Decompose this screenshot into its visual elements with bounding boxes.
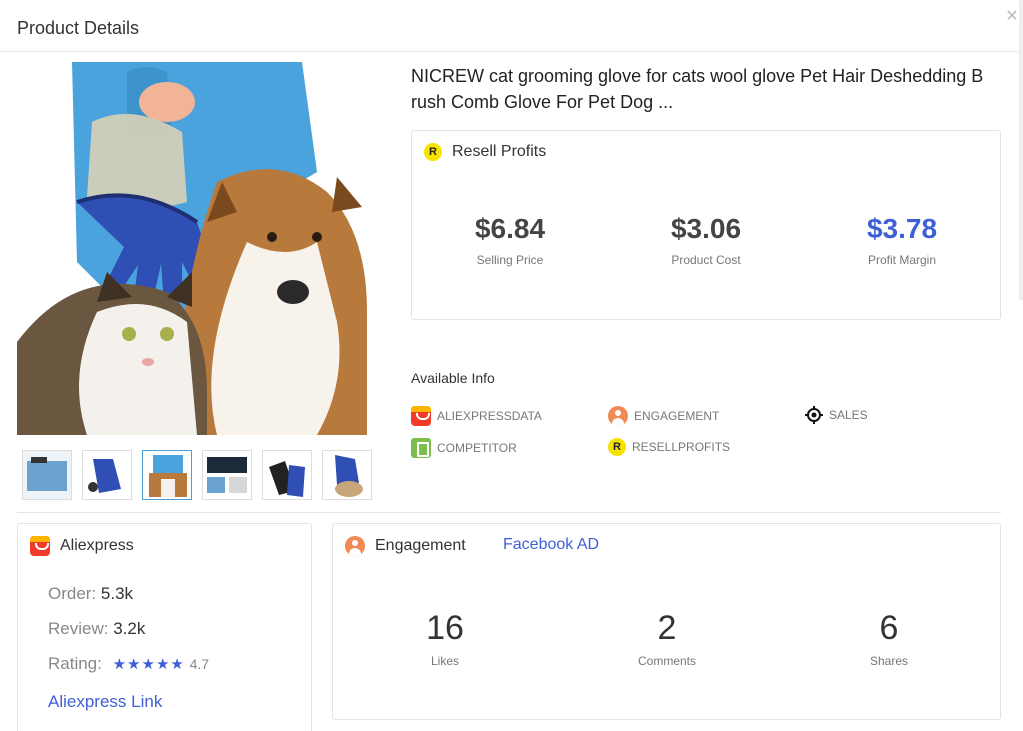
resell-profits-header: R Resell Profits — [424, 143, 546, 161]
rating-value: 4.7 — [189, 656, 210, 672]
comments-value: 2 — [657, 609, 677, 647]
rating-stars-icon: ★★★★★ — [112, 656, 185, 673]
available-item-sales[interactable]: SALES — [805, 406, 868, 424]
product-cost-value: $3.06 — [670, 213, 742, 244]
close-icon[interactable]: ✕ — [1005, 9, 1019, 25]
resell-profits-card: R Resell Profits $6.84 Selling Price $3.… — [411, 130, 1001, 320]
available-item-label: SALES — [829, 408, 868, 422]
section-divider — [17, 512, 1001, 513]
target-icon — [805, 406, 823, 424]
available-item-label: RESELLPROFITS — [632, 440, 731, 454]
engagement-title: Engagement — [375, 537, 466, 554]
profit-margin-stat: $3.78 Profit Margin — [822, 213, 982, 267]
rating-row: Rating: ★★★★★ 4.7 — [48, 654, 209, 674]
review-row: Review: 3.2k — [48, 619, 145, 639]
order-value: 5.3k — [100, 584, 134, 603]
thumbnail-strip — [22, 450, 372, 500]
scrollbar[interactable] — [1019, 0, 1023, 300]
shares-label: Shares — [869, 654, 909, 668]
available-item-label: ENGAGEMENT — [634, 409, 720, 423]
selling-price-label: Selling Price — [476, 253, 544, 267]
aliexpress-title: Aliexpress — [60, 537, 134, 554]
available-item-label: COMPETITOR — [437, 441, 517, 455]
thumbnail-6[interactable] — [322, 450, 372, 500]
likes-stat: 16 Likes — [385, 609, 505, 668]
resell-icon: R — [424, 143, 442, 161]
comments-label: Comments — [637, 654, 696, 668]
aliexpress-link[interactable]: Aliexpress Link — [48, 692, 162, 712]
review-value: 3.2k — [113, 619, 146, 638]
comments-stat: 2 Comments — [607, 609, 727, 668]
modal-title: Product Details — [17, 18, 140, 38]
product-cost-label: Product Cost — [671, 253, 741, 267]
likes-label: Likes — [430, 654, 459, 668]
thumbnail-5[interactable] — [262, 450, 312, 500]
available-item-resellprofits[interactable]: R RESELLPROFITS — [608, 438, 730, 456]
product-main-image — [17, 62, 380, 435]
rating-label: Rating: — [48, 654, 102, 673]
aliexpress-icon — [411, 406, 431, 426]
selling-price-stat: $6.84 Selling Price — [430, 213, 590, 267]
shares-stat: 6 Shares — [829, 609, 949, 668]
thumbnail-3[interactable] — [142, 450, 192, 500]
available-item-label: ALIEXPRESSDATA — [437, 409, 542, 423]
product-cost-stat: $3.06 Product Cost — [626, 213, 786, 267]
resell-profits-title: Resell Profits — [452, 143, 547, 160]
thumbnail-4[interactable] — [202, 450, 252, 500]
likes-value: 16 — [426, 609, 464, 647]
engagement-header: Engagement — [345, 536, 466, 556]
order-label: Order: — [48, 584, 97, 603]
aliexpress-icon — [30, 536, 50, 556]
aliexpress-card: Aliexpress Order: 5.3k Review: 3.2k Rati… — [17, 523, 312, 731]
review-label: Review: — [48, 619, 109, 638]
shares-value: 6 — [879, 609, 899, 647]
engagement-icon — [608, 406, 628, 426]
engagement-card: Engagement Facebook AD 16 Likes 2 Commen… — [332, 523, 1001, 720]
thumbnail-1[interactable] — [22, 450, 72, 500]
engagement-icon — [345, 536, 365, 556]
order-row: Order: 5.3k — [48, 584, 133, 604]
resell-icon: R — [608, 438, 626, 456]
selling-price-value: $6.84 — [474, 213, 546, 244]
facebook-ad-link[interactable]: Facebook AD — [503, 536, 599, 554]
available-item-engagement[interactable]: ENGAGEMENT — [608, 406, 719, 426]
modal-header: Product Details — [0, 0, 1023, 52]
shopify-bag-icon — [411, 438, 431, 458]
available-item-aliexpressdata[interactable]: ALIEXPRESSDATA — [411, 406, 542, 426]
profit-margin-label: Profit Margin — [867, 253, 937, 267]
available-info-title: Available Info — [411, 370, 495, 386]
available-item-competitor[interactable]: COMPETITOR — [411, 438, 517, 458]
product-title: NICREW cat grooming glove for cats wool … — [411, 66, 984, 112]
thumbnail-2[interactable] — [82, 450, 132, 500]
aliexpress-header: Aliexpress — [30, 536, 134, 556]
profit-margin-value: $3.78 — [866, 213, 938, 244]
